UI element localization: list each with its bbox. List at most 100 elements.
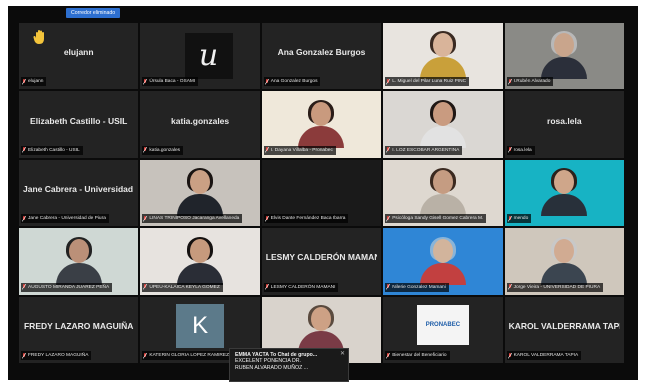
participant-tile[interactable]: I. Dayana Villalba - Pronabec xyxy=(261,91,382,158)
mic-muted-icon xyxy=(143,352,148,359)
participant-tile[interactable]: Elvis Dante Fernández Baca Ibarra xyxy=(261,159,382,227)
participant-tile[interactable]: Psicóloga Sandy Gisell Gomez Cabrera M. xyxy=(383,159,503,227)
participant-tile[interactable]: LINAS TRINIPOSO Jacaranga Avellaneda xyxy=(140,159,260,227)
name-tag-label: Ana Gonzalez Burgos xyxy=(270,79,318,85)
participant-tile[interactable]: rosa.lela rosa.lela xyxy=(504,91,624,158)
mic-muted-icon xyxy=(143,78,148,85)
participant-video xyxy=(419,31,466,80)
participant-tile[interactable]: AUGUSTO MIRANDA JUAREZ PEÑA xyxy=(19,228,139,295)
name-tag: KAROL VALDERRAMA TAPIA xyxy=(506,351,582,360)
meeting-window: Corredor eliminado elujann elujann u Úrsula… xyxy=(8,6,638,380)
spotlight-banner[interactable]: Corredor eliminado xyxy=(66,8,121,18)
name-tag: Ana Gonzalez Burgos xyxy=(263,77,321,87)
name-tag-label: LESMY CALDERÓN MAMANI xyxy=(270,284,336,290)
participant-video xyxy=(541,236,588,285)
name-tag-label: Úrsula Baca - OSAMI xyxy=(149,79,196,85)
name-tag-label: FREDY LAZARO MAGUIÑA xyxy=(28,353,89,358)
participant-tile[interactable]: u Úrsula Baca - OSAMI xyxy=(140,23,260,90)
name-tag-label: KAROL VALDERRAMA TAPIA xyxy=(513,353,579,358)
name-tag: katia.gonzales xyxy=(142,145,184,155)
participant-tile[interactable]: elujann elujann xyxy=(19,23,139,90)
name-tag-label: L. Miguel del Pilar Luna Ruiz PINC xyxy=(392,79,467,85)
participant-tile[interactable]: KAROL VALDERRAMA TAPIA KAROL VALDERRAMA T… xyxy=(504,296,624,363)
name-tag-label: Elizabeth Castillo - USIL xyxy=(28,147,80,153)
participant-tile[interactable]: I. LOZ ESCOBAR ARGENTINA xyxy=(383,91,503,158)
participant-tile[interactable]: mendo xyxy=(504,159,624,227)
name-tag-label: KATERIN GLORIA LOPEZ RAMIREZ xyxy=(149,353,229,358)
participant-tile[interactable]: FREDY LAZARO MAGUIÑA FREDY LAZARO MAGUIÑA xyxy=(19,296,139,363)
mic-muted-icon xyxy=(507,78,512,85)
mic-muted-icon xyxy=(22,215,26,222)
avatar: K xyxy=(176,303,225,348)
participant-video xyxy=(55,236,102,285)
name-tag: Úrsula Baca - OSAMI xyxy=(142,77,199,87)
mic-muted-icon xyxy=(264,147,269,153)
participant-tile[interactable]: UPEU-KALAICA KEYLA GOMEZ xyxy=(140,228,260,295)
name-tag-label: I.Rubén Alvarado xyxy=(513,79,551,85)
participant-tile[interactable]: I.Rubén Alvarado xyxy=(504,23,624,90)
name-tag: Psicóloga Sandy Gisell Gomez Cabrera M. xyxy=(385,214,487,224)
name-tag-label: AUGUSTO MIRANDA JUAREZ PEÑA xyxy=(28,284,110,290)
name-tag-label: Elvis Dante Fernández Baca Ibarra xyxy=(270,216,346,222)
mic-muted-icon xyxy=(386,352,391,359)
raised-hand-icon xyxy=(33,29,47,45)
name-tag: LINAS TRINIPOSO Jacaranga Avellaneda xyxy=(142,214,243,224)
participant-tile[interactable]: L. Miguel del Pilar Luna Ruiz PINC xyxy=(383,23,503,90)
close-icon[interactable]: ✕ xyxy=(340,351,345,357)
participant-name: FREDY LAZARO MAGUIÑA xyxy=(23,320,134,331)
name-tag: I. Dayana Villalba - Pronabec xyxy=(263,145,336,155)
name-tag-label: rosa.lela xyxy=(513,147,532,153)
participant-video xyxy=(419,236,466,285)
name-tag: Elizabeth Castillo - USIL xyxy=(21,145,83,155)
chat-notification[interactable]: ✕ EMMA YACTA To Chat de grupo... EXCELEN… xyxy=(229,348,349,382)
mic-muted-icon xyxy=(22,147,26,153)
mic-muted-icon xyxy=(22,352,26,359)
name-tag: KATERIN GLORIA LOPEZ RAMIREZ xyxy=(142,351,232,360)
participant-name: elujann xyxy=(63,47,94,58)
name-tag: Jane Cabrera - Universidad de Piura xyxy=(21,214,109,224)
participant-tile[interactable]: Nilerie Gonzalez Mamani xyxy=(383,228,503,295)
profile-logo: u xyxy=(184,33,233,79)
mic-muted-icon xyxy=(143,147,148,153)
participant-tile[interactable]: Elizabeth Castillo - USIL Elizabeth Casti… xyxy=(19,91,139,158)
name-tag: Nilerie Gonzalez Mamani xyxy=(385,282,449,292)
name-tag: FREDY LAZARO MAGUIÑA xyxy=(21,351,92,360)
name-tag-label: I. Dayana Villalba - Pronabec xyxy=(270,147,333,153)
participant-name: rosa.lela xyxy=(547,115,582,126)
video-gallery-grid: elujann elujann u Úrsula Baca - OSAMI Ana Go… xyxy=(19,23,624,363)
participant-tile[interactable]: PRONABEC Bienestar del Beneficiario xyxy=(383,296,503,363)
participant-video xyxy=(298,99,345,148)
name-tag-label: katia.gonzales xyxy=(149,147,181,153)
name-tag-label: Nilerie Gonzalez Mamani xyxy=(392,284,446,290)
name-tag-label: Jorge Vieira - UNIVERSIDAD DE PIURA xyxy=(513,284,601,290)
participant-name: Jane Cabrera - Universidad ... xyxy=(23,184,135,194)
name-tag: rosa.lela xyxy=(506,145,535,155)
name-tag-label: Psicóloga Sandy Gisell Gomez Cabrera M. xyxy=(392,216,484,222)
chat-message-line: RUBEN ALVARADO MUÑOZ ... xyxy=(235,364,309,371)
mic-muted-icon xyxy=(386,78,391,85)
mic-muted-icon xyxy=(143,215,148,222)
mic-muted-icon xyxy=(264,78,269,85)
name-tag-label: I. LOZ ESCOBAR ARGENTINA xyxy=(392,147,460,153)
mic-muted-icon xyxy=(22,78,26,85)
name-tag: I.Rubén Alvarado xyxy=(506,77,554,87)
name-tag: mendo xyxy=(506,214,532,224)
name-tag-label: Jane Cabrera - Universidad de Piura xyxy=(28,216,106,222)
participant-tile[interactable]: Jane Cabrera - Universidad ... Jane Cabre… xyxy=(19,159,139,227)
participant-name: LESMY CALDERÓN MAMANI xyxy=(265,252,378,263)
name-tag: I. LOZ ESCOBAR ARGENTINA xyxy=(385,145,463,155)
participant-video xyxy=(419,99,466,148)
name-tag-label: UPEU-KALAICA KEYLA GOMEZ xyxy=(149,284,220,290)
participant-name: Ana Gonzalez Burgos xyxy=(277,47,366,58)
participant-name: KAROL VALDERRAMA TAPIA xyxy=(508,320,620,331)
participant-tile[interactable]: Ana Gonzalez Burgos Ana Gonzalez Burgos xyxy=(261,23,382,90)
participant-tile[interactable]: LESMY CALDERÓN MAMANI LESMY CALDERÓN MAMA… xyxy=(261,228,382,295)
mic-muted-icon xyxy=(264,284,269,290)
participant-tile[interactable]: katia.gonzales katia.gonzales xyxy=(140,91,260,158)
participant-video xyxy=(177,236,224,285)
participant-tile[interactable]: Jorge Vieira - UNIVERSIDAD DE PIURA xyxy=(504,228,624,295)
name-tag-label: elujann xyxy=(28,79,44,85)
mic-muted-icon xyxy=(386,284,391,290)
name-tag-label: Bienestar del Beneficiario xyxy=(392,353,447,358)
name-tag: Bienestar del Beneficiario xyxy=(385,351,450,360)
